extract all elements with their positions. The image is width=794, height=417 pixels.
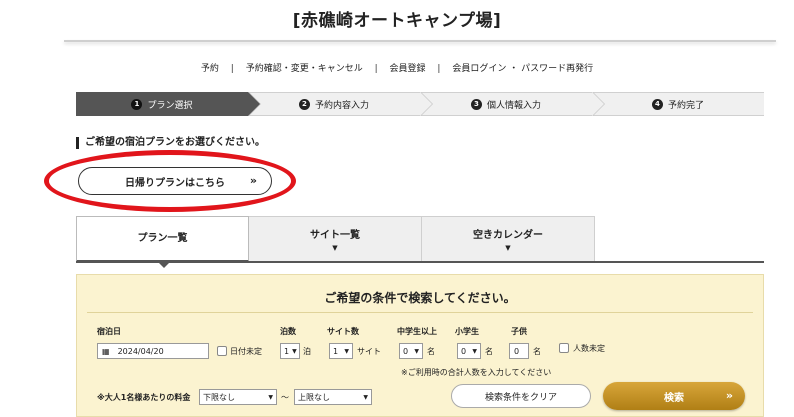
checkin-date-value: 2024/04/20 [117,346,164,356]
dropdown-arrow-icon: ▼ [292,347,297,355]
checkin-date-field[interactable]: ▦ 2024/04/20 [97,343,209,359]
child-label: 子供 [511,327,527,336]
junior-high-value: 0 [403,346,409,356]
search-divider [87,312,753,313]
junior-high-select[interactable]: 0 ▼ [399,343,423,359]
step-number-icon: 3 [470,98,482,110]
nav-link-login-password[interactable]: 会員ログイン ・ パスワード再発行 [443,61,602,74]
sites-select[interactable]: 1 ▼ [329,343,353,359]
tab-label: サイト一覧 [310,230,360,241]
person-unit: 名 [533,347,541,356]
sites-value: 1 [333,346,339,356]
step-label: 予約完了 [667,100,704,111]
day-trip-plan-button[interactable]: 日帰りプランはこちら » [78,167,272,195]
price-min-value: 下限なし [203,392,235,402]
step-label: 予約内容入力 [314,100,369,111]
search-panel: ご希望の条件で検索してください。 宿泊日 ▦ 2024/04/20 日付未定 泊… [76,274,764,417]
headcount-note: ※ご利用時の合計人数を入力してください [401,368,552,377]
nav-link-confirm-change-cancel[interactable]: 予約確認・変更・キャンセル [237,61,372,74]
clear-conditions-button[interactable]: 検索条件をクリア [451,384,591,408]
nav-separator: | [230,64,234,74]
step-personal-info: 3 個人情報入力 [420,92,605,116]
nav-link-reserve[interactable]: 予約 [192,61,228,74]
double-chevron-right-icon: » [249,174,257,187]
caret-down-icon: ▼ [505,244,511,252]
price-label: ※大人1名様あたりの料金 [97,393,191,402]
nights-unit: 泊 [303,347,311,356]
step-number-icon: 4 [651,98,663,110]
nav-separator: | [374,64,378,74]
caret-down-icon: ▼ [332,244,338,252]
nights-select[interactable]: 1 ▼ [280,343,300,359]
step-label: 個人情報入力 [486,100,541,111]
child-count-input[interactable]: 0 [509,343,529,359]
child-count-value: 0 [514,346,520,356]
step-plan-select: 1 プラン選択 [76,92,261,116]
header-divider [64,40,776,42]
nights-value: 1 [284,346,290,356]
top-navigation: 予約 | 予約確認・変更・キャンセル | 会員登録 | 会員ログイン ・ パスワ… [0,61,794,74]
section-heading: ご希望の宿泊プランをお選びください。 [76,137,265,149]
elementary-select[interactable]: 0 ▼ [457,343,481,359]
day-trip-plan-label: 日帰りプランはこちら [125,177,225,189]
elementary-value: 0 [461,346,467,356]
double-chevron-right-icon: » [725,389,733,402]
progress-steps: 1 プラン選択 2 予約内容入力 3 個人情報入力 4 予約完了 [76,92,764,116]
search-button-label: 検索 [664,392,684,404]
date-undecided-checkbox[interactable] [217,346,227,356]
dropdown-arrow-icon: ▼ [268,393,273,401]
tab-label: プラン一覧 [137,233,188,244]
calendar-icon: ▦ [102,346,110,356]
tab-availability-calendar[interactable]: 空きカレンダー ▼ [422,216,595,262]
dropdown-arrow-icon: ▼ [472,347,477,355]
person-unit: 名 [427,347,435,356]
search-button[interactable]: 検索 » [603,382,745,410]
price-max-value: 上限なし [298,392,330,402]
junior-high-label: 中学生以上 [397,327,437,336]
tab-site-list[interactable]: サイト一覧 ▼ [249,216,422,262]
elementary-label: 小学生 [455,327,479,336]
nav-link-register[interactable]: 会員登録 [381,61,435,74]
sites-label: サイト数 [327,327,359,336]
step-reservation-input: 2 予約内容入力 [248,92,433,116]
headcount-undecided-checkbox[interactable] [559,343,569,353]
price-max-select[interactable]: 上限なし ▼ [294,389,372,405]
tab-plan-list[interactable]: プラン一覧 [76,216,249,268]
step-complete: 4 予約完了 [592,92,764,116]
view-tabs: プラン一覧 サイト一覧 ▼ 空きカレンダー ▼ [76,216,595,268]
dropdown-arrow-icon: ▼ [414,347,419,355]
checkin-label: 宿泊日 [97,327,121,336]
step-label: プラン選択 [147,100,193,111]
person-unit: 名 [485,347,493,356]
step-number-icon: 2 [298,98,310,110]
nav-separator: | [437,64,441,74]
site-title: [赤礁崎オートキャンプ場] [292,11,502,31]
sites-unit: サイト [357,347,381,356]
headcount-undecided-label: 人数未定 [573,344,605,353]
tab-label: 空きカレンダー [473,230,543,241]
search-title: ご希望の条件で検索してください。 [324,291,516,305]
price-min-select[interactable]: 下限なし ▼ [199,389,277,405]
dropdown-arrow-icon: ▼ [363,393,368,401]
date-undecided-label: 日付未定 [230,347,262,356]
tabs-underline [76,261,764,263]
dropdown-arrow-icon: ▼ [344,347,349,355]
nights-label: 泊数 [280,327,296,336]
price-range-tilde: ～ [281,393,289,402]
step-number-icon: 1 [131,98,143,110]
